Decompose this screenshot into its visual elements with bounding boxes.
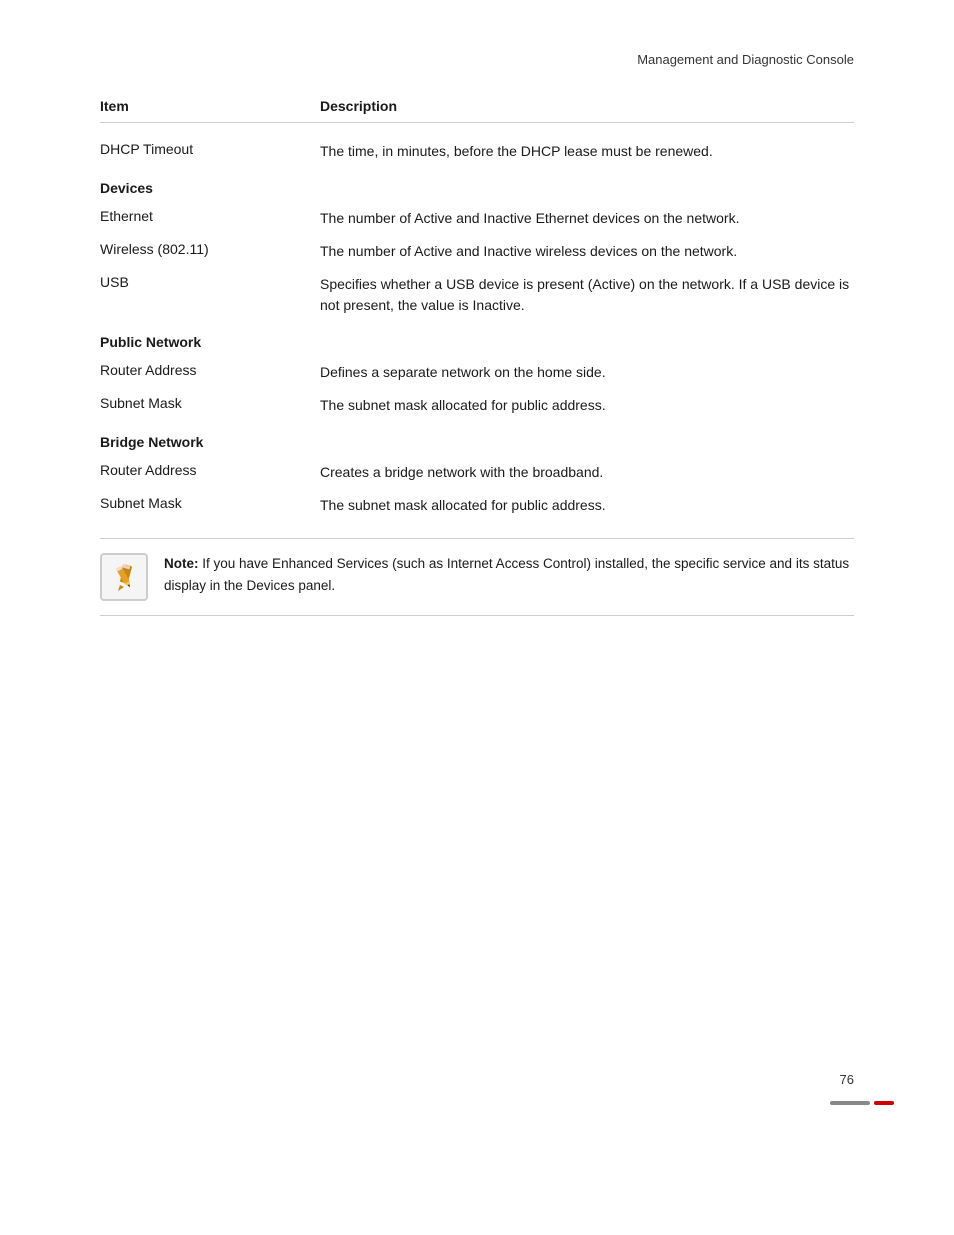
section-header-devices: Devices bbox=[100, 168, 854, 202]
table-row: Ethernet The number of Active and Inacti… bbox=[100, 202, 854, 235]
footer-bar-gray bbox=[830, 1101, 870, 1105]
table-row: Router Address Defines a separate networ… bbox=[100, 356, 854, 389]
page-number: 76 bbox=[840, 1072, 854, 1087]
footer-decoration bbox=[830, 1101, 894, 1105]
note-label: Note: bbox=[164, 556, 199, 571]
section-header-bridge-network: Bridge Network bbox=[100, 422, 854, 456]
col-item-header: Item bbox=[100, 98, 320, 123]
note-text: Note: If you have Enhanced Services (suc… bbox=[164, 553, 854, 596]
col-desc-header: Description bbox=[320, 98, 854, 123]
item-label: Router Address bbox=[100, 362, 320, 378]
page-header-title: Management and Diagnostic Console bbox=[637, 52, 854, 67]
table-row: Wireless (802.11) The number of Active a… bbox=[100, 235, 854, 268]
table-row: DHCP Timeout The time, in minutes, befor… bbox=[100, 135, 854, 168]
item-description: The subnet mask allocated for public add… bbox=[320, 395, 854, 416]
table-row: Subnet Mask The subnet mask allocated fo… bbox=[100, 489, 854, 522]
table-row: Subnet Mask The subnet mask allocated fo… bbox=[100, 389, 854, 422]
item-label: DHCP Timeout bbox=[100, 141, 320, 157]
note-box: Note: If you have Enhanced Services (suc… bbox=[100, 538, 854, 616]
item-label: Subnet Mask bbox=[100, 495, 320, 511]
table-container: Item Description DHCP Timeout The time, … bbox=[100, 90, 854, 522]
item-label: Ethernet bbox=[100, 208, 320, 224]
item-description: The number of Active and Inactive wirele… bbox=[320, 241, 854, 262]
item-label: USB bbox=[100, 274, 320, 290]
note-icon bbox=[100, 553, 148, 601]
item-description: The time, in minutes, before the DHCP le… bbox=[320, 141, 854, 162]
item-label: Wireless (802.11) bbox=[100, 241, 320, 257]
pencil-icon bbox=[108, 561, 140, 593]
table-row: USB Specifies whether a USB device is pr… bbox=[100, 268, 854, 322]
item-description: The number of Active and Inactive Ethern… bbox=[320, 208, 854, 229]
item-description: The subnet mask allocated for public add… bbox=[320, 495, 854, 516]
item-label: Router Address bbox=[100, 462, 320, 478]
item-label: Subnet Mask bbox=[100, 395, 320, 411]
note-body: If you have Enhanced Services (such as I… bbox=[164, 556, 849, 593]
table-row: Router Address Creates a bridge network … bbox=[100, 456, 854, 489]
section-header-public-network: Public Network bbox=[100, 322, 854, 356]
item-description: Specifies whether a USB device is presen… bbox=[320, 274, 854, 316]
item-description: Defines a separate network on the home s… bbox=[320, 362, 854, 383]
footer-bar-red bbox=[874, 1101, 894, 1105]
table-header-row: Item Description bbox=[100, 90, 854, 135]
main-content: Item Description DHCP Timeout The time, … bbox=[100, 90, 854, 616]
item-description: Creates a bridge network with the broadb… bbox=[320, 462, 854, 483]
